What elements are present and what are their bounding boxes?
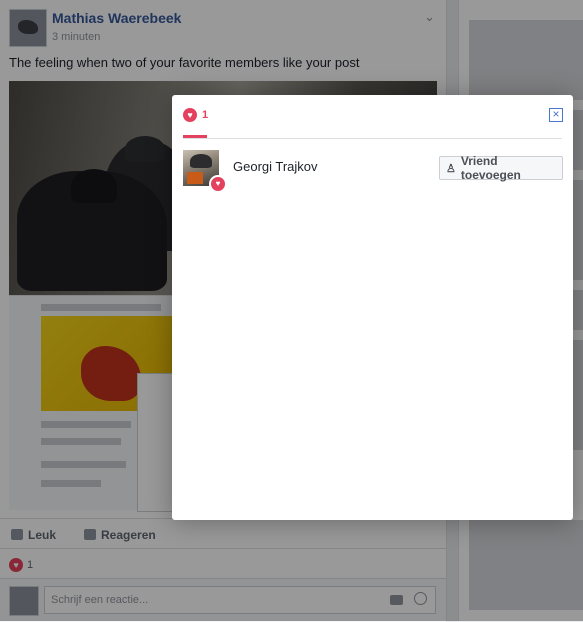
tab-divider bbox=[183, 138, 562, 139]
heart-icon: ♥ bbox=[183, 108, 197, 122]
person-name[interactable]: Georgi Trajkov bbox=[233, 159, 318, 174]
list-item: ♥ Georgi Trajkov ♙ Vriend toevoegen bbox=[183, 150, 563, 193]
heart-icon: ♥ bbox=[209, 175, 227, 193]
add-friend-button[interactable]: ♙ Vriend toevoegen bbox=[439, 154, 563, 182]
add-friend-label: Vriend toevoegen bbox=[460, 154, 521, 182]
reactions-dialog: ♥ 1 × ♥ Georgi Trajkov ♙ Vriend toevoege… bbox=[172, 95, 573, 520]
tab-reaction-count: 1 bbox=[202, 109, 209, 121]
add-friend-icon: ♙ bbox=[446, 162, 456, 175]
close-icon[interactable]: × bbox=[549, 108, 563, 122]
tab-all-reactions[interactable]: ♥ 1 bbox=[183, 108, 208, 137]
